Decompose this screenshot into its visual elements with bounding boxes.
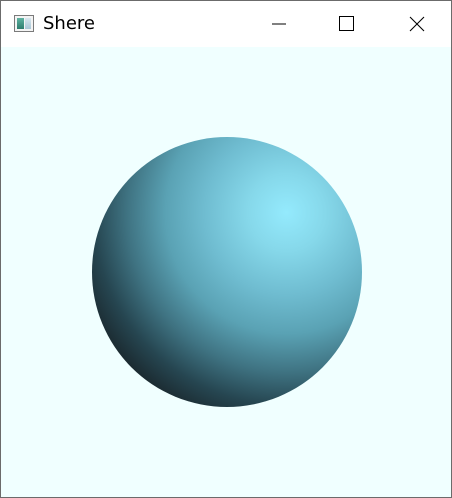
close-button[interactable]: [389, 1, 445, 47]
maximize-icon: [339, 16, 354, 31]
minimize-button[interactable]: [251, 1, 307, 47]
shaded-sphere: [92, 137, 362, 407]
minimize-icon: [272, 23, 286, 25]
icon-right-panel: [25, 18, 31, 29]
render-canvas[interactable]: [1, 47, 451, 497]
window-title: Shere: [43, 13, 95, 34]
maximize-button[interactable]: [319, 1, 375, 47]
application-icon[interactable]: [14, 15, 34, 32]
title-bar[interactable]: Shere: [1, 1, 451, 47]
application-window: Shere: [0, 0, 452, 498]
icon-left-panel: [17, 18, 24, 29]
close-icon: [409, 16, 425, 32]
